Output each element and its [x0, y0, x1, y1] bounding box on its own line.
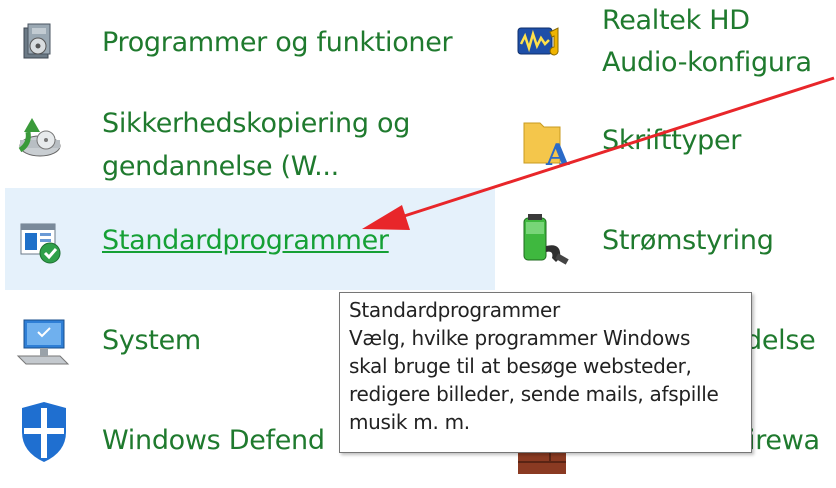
annotation-arrow	[362, 76, 835, 230]
